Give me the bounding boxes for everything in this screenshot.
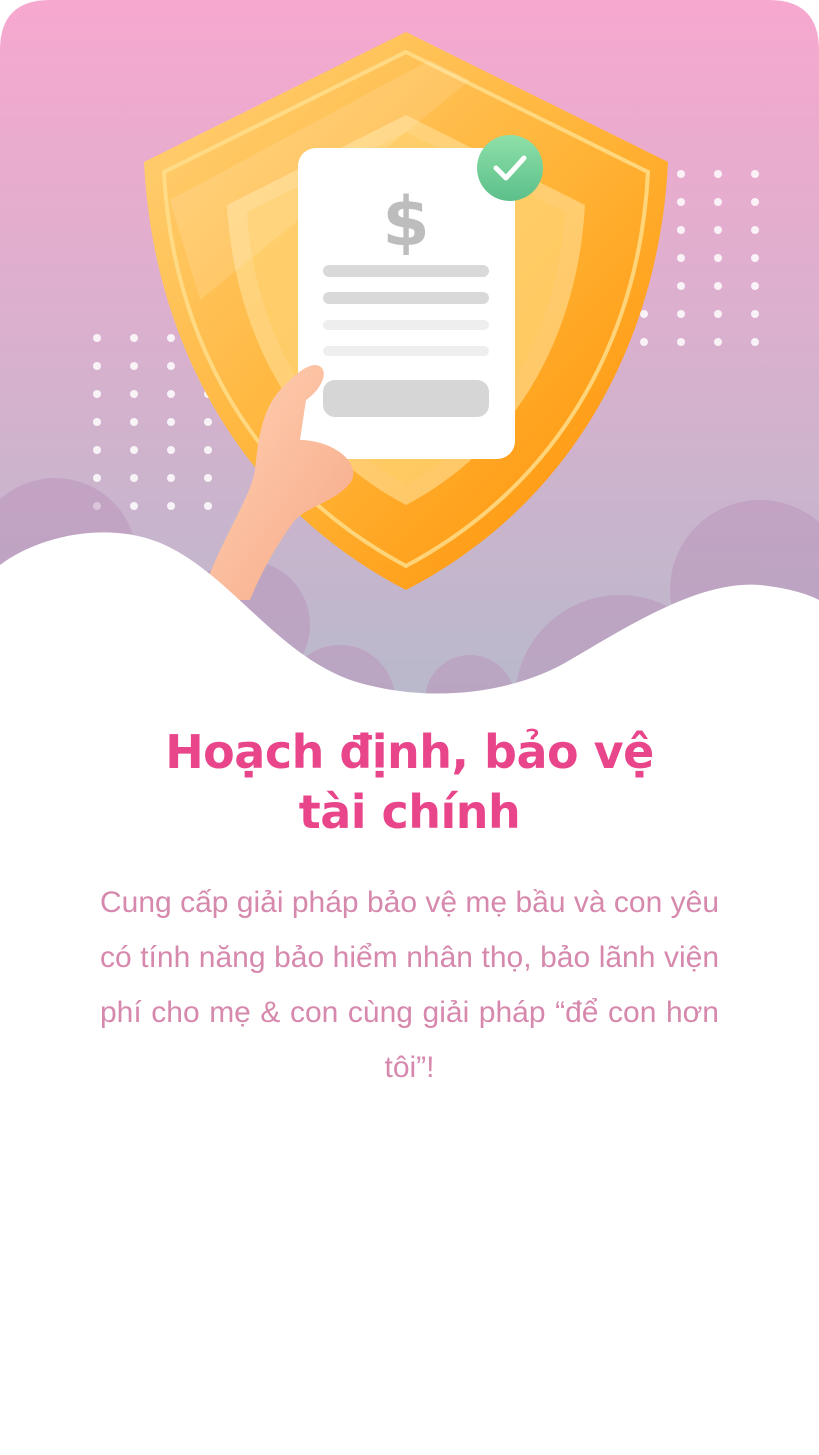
hero-illustration: $ bbox=[0, 0, 819, 700]
invoice-document-icon: $ bbox=[298, 148, 515, 459]
page-title-line-1: Hoạch định, bảo vệ bbox=[165, 725, 654, 779]
dollar-sign-icon: $ bbox=[382, 183, 429, 262]
check-badge-icon bbox=[477, 135, 543, 201]
page-title-line-2: tài chính bbox=[298, 785, 521, 839]
page-title: Hoạch định, bảo vệ tài chính bbox=[0, 722, 819, 842]
page-description: Cung cấp giải pháp bảo vệ mẹ bầu và con … bbox=[100, 886, 719, 1084]
